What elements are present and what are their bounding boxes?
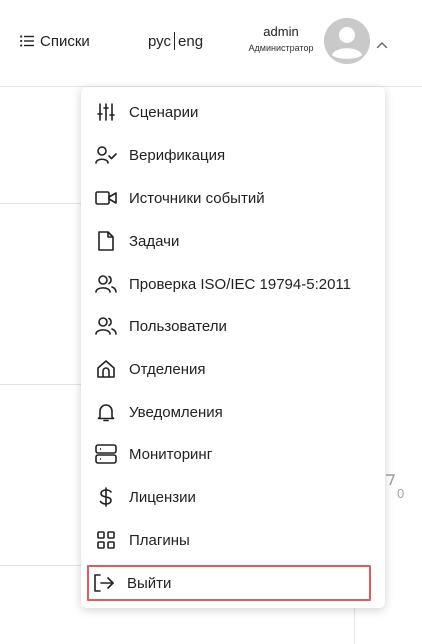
- file-icon: [95, 230, 117, 252]
- background-stat: 0: [384, 472, 404, 501]
- sliders-icon: [95, 101, 117, 123]
- menu-item-notifications[interactable]: Уведомления: [89, 394, 377, 430]
- menu-item-label: Верификация: [129, 146, 226, 164]
- home-icon: [95, 358, 117, 380]
- user-name: admin: [263, 24, 299, 39]
- menu-item-monitoring[interactable]: Мониторинг: [89, 436, 377, 472]
- chevron-up-icon[interactable]: [376, 36, 388, 54]
- divider: [0, 565, 82, 566]
- menu-item-label: Задачи: [129, 232, 180, 250]
- menu-item-logout[interactable]: Выйти: [87, 565, 371, 601]
- avatar[interactable]: [324, 18, 370, 64]
- bell-icon: [95, 401, 117, 423]
- arrow-icon: [384, 474, 398, 489]
- menu-item-label: Источники событий: [129, 189, 265, 207]
- divider: [0, 203, 82, 204]
- users-icon: [95, 273, 117, 295]
- menu-item-event-sources[interactable]: Источники событий: [89, 180, 377, 216]
- user-info[interactable]: admin Администратор: [240, 24, 322, 55]
- menu-item-plugins[interactable]: Плагины: [89, 522, 377, 558]
- menu-item-tasks[interactable]: Задачи: [89, 223, 377, 259]
- menu-item-licenses[interactable]: Лицензии: [89, 479, 377, 515]
- divider: [0, 384, 82, 385]
- grid-icon: [95, 529, 117, 551]
- lang-en[interactable]: eng: [178, 33, 203, 50]
- language-switcher: рус eng: [148, 31, 203, 51]
- menu-item-label: Отделения: [129, 360, 206, 378]
- menu-item-label: Плагины: [129, 531, 190, 549]
- menu-item-iso-check[interactable]: Проверка ISO/IEC 19794-5:2011: [89, 266, 377, 302]
- menu-item-users[interactable]: Пользователи: [89, 308, 377, 344]
- top-bar: Списки рус eng admin Администратор: [0, 0, 422, 87]
- user-role: Администратор: [248, 43, 314, 53]
- lang-ru[interactable]: рус: [148, 33, 171, 50]
- logout-icon: [93, 572, 115, 594]
- list-icon: [20, 35, 34, 47]
- user-check-icon: [95, 144, 117, 166]
- server-icon: [95, 443, 117, 465]
- lists-label: Списки: [40, 32, 90, 50]
- menu-item-label: Выйти: [127, 574, 172, 592]
- menu-item-label: Лицензии: [129, 488, 196, 506]
- user-avatar-icon: [324, 18, 370, 64]
- user-dropdown-menu: Сценарии Верификация Источники событий З…: [81, 87, 385, 608]
- video-camera-icon: [95, 187, 117, 209]
- menu-item-label: Уведомления: [129, 403, 223, 421]
- menu-item-label: Сценарии: [129, 103, 199, 121]
- lang-separator: [174, 32, 176, 50]
- menu-item-label: Мониторинг: [129, 445, 213, 463]
- menu-item-scenarios[interactable]: Сценарии: [89, 94, 377, 130]
- dollar-icon: [95, 486, 117, 508]
- menu-item-departments[interactable]: Отделения: [89, 351, 377, 387]
- menu-item-label: Проверка ISO/IEC 19794-5:2011: [129, 275, 352, 293]
- menu-item-verification[interactable]: Верификация: [89, 137, 377, 173]
- users-icon: [95, 315, 117, 337]
- menu-item-label: Пользователи: [129, 317, 227, 335]
- lists-button[interactable]: Списки: [20, 30, 90, 52]
- stat-value: 0: [397, 486, 405, 501]
